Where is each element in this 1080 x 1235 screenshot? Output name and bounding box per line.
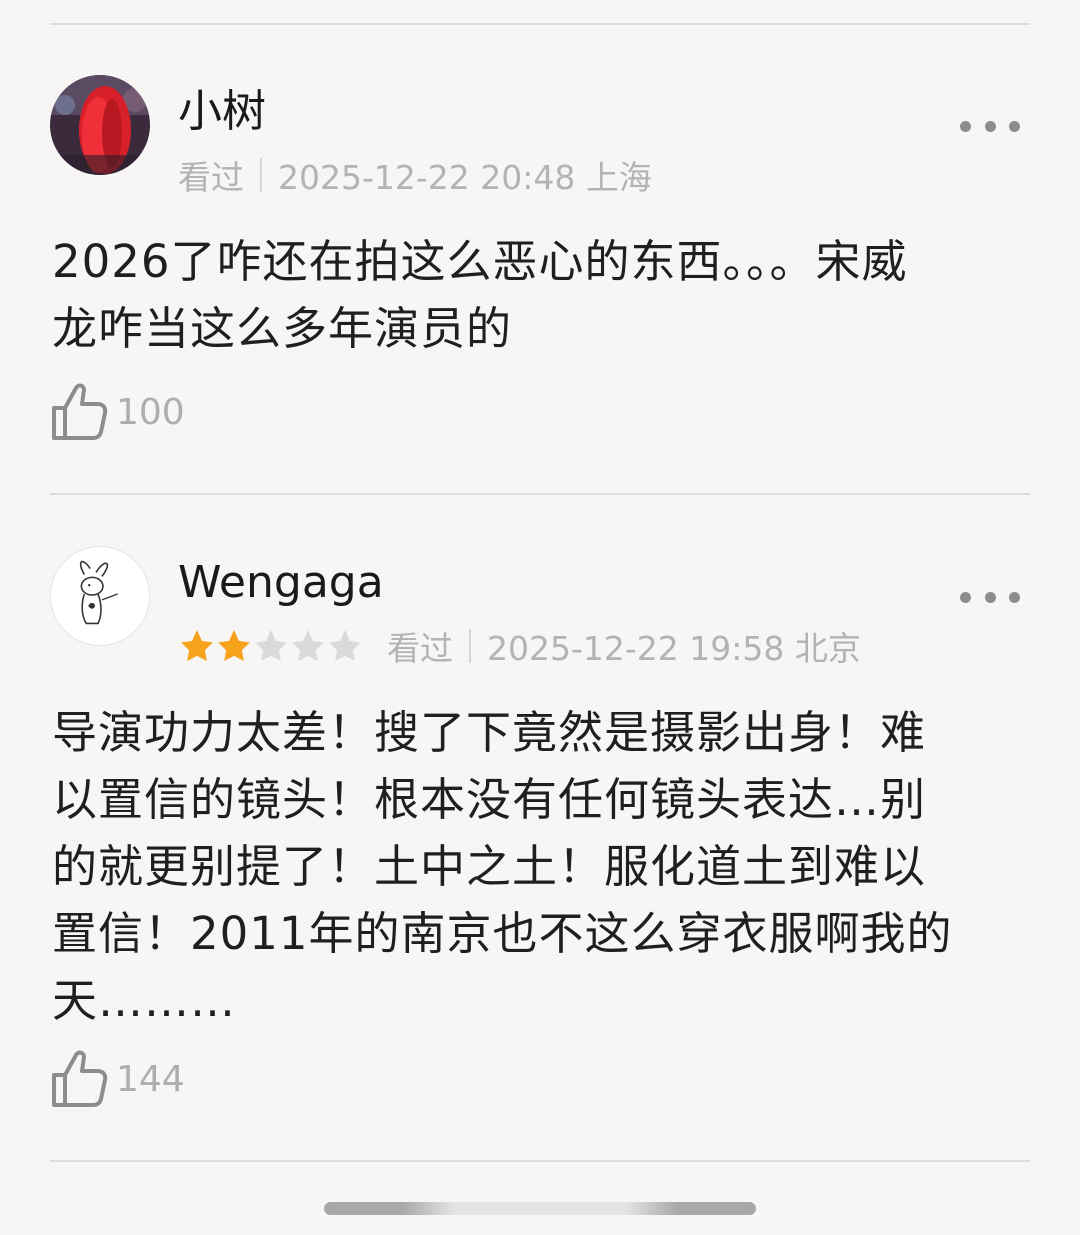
username[interactable]: Wengaga xyxy=(178,557,384,609)
home-indicator[interactable] xyxy=(324,1202,756,1215)
watch-status: 看过 xyxy=(387,629,453,668)
like-button[interactable]: 100 xyxy=(50,380,185,444)
star-empty-icon xyxy=(329,630,361,661)
comment-meta: 看过 2025-12-22 19:58 北京 xyxy=(178,626,861,668)
like-button[interactable]: 144 xyxy=(50,1047,185,1111)
star-rating xyxy=(178,628,363,664)
like-count: 144 xyxy=(116,1058,185,1100)
more-dots-icon[interactable] xyxy=(960,587,1020,607)
comment-text: 导演功力太差！搜了下竟然是摄影出身！难 以置信的镜头！根本没有任何镜头表达…别 … xyxy=(52,706,953,1027)
meta-separator xyxy=(260,158,262,192)
divider xyxy=(50,493,1030,495)
datetime-location: 2025-12-22 20:48 上海 xyxy=(278,158,652,197)
star-empty-icon xyxy=(292,630,324,661)
thumbs-up-icon xyxy=(52,1050,108,1107)
star-filled-icon xyxy=(218,630,250,661)
like-count: 100 xyxy=(116,391,185,433)
divider xyxy=(50,1160,1030,1162)
datetime-location: 2025-12-22 19:58 北京 xyxy=(487,629,861,668)
divider-top xyxy=(50,23,1030,25)
comment-meta: 看过 2025-12-22 20:48 上海 xyxy=(178,155,652,197)
watch-status: 看过 xyxy=(178,158,244,197)
avatar[interactable] xyxy=(50,75,150,175)
username[interactable]: 小树 xyxy=(178,86,266,138)
avatar[interactable] xyxy=(50,546,150,646)
meta-separator xyxy=(469,629,471,663)
thumbs-up-icon xyxy=(52,383,108,440)
comment-text: 2026了咋还在拍这么恶心的东西。。。宋威 龙咋当这么多年演员的 xyxy=(52,235,908,355)
star-empty-icon xyxy=(255,630,287,661)
more-dots-icon[interactable] xyxy=(960,116,1020,136)
star-filled-icon xyxy=(181,630,213,661)
